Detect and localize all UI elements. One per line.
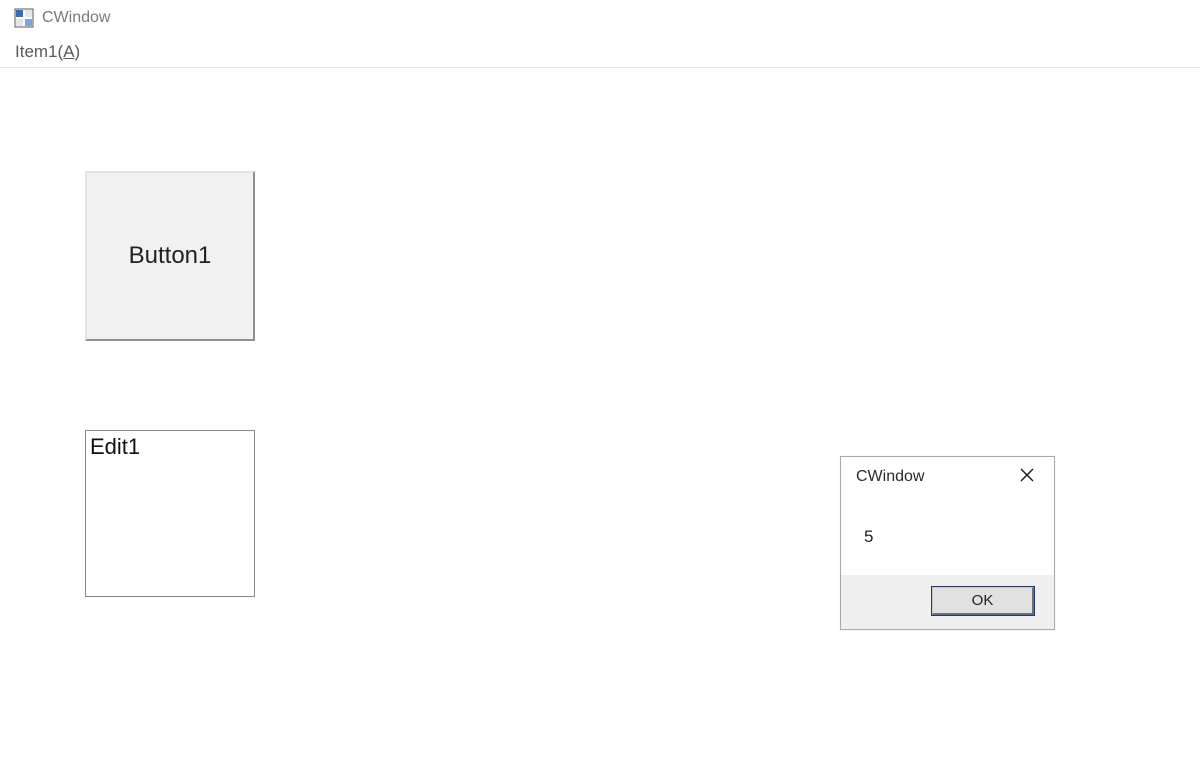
dialog-ok-button[interactable]: OK	[932, 587, 1034, 615]
window-title: CWindow	[42, 9, 110, 27]
dialog-body: 5	[841, 497, 1054, 575]
dialog-title: CWindow	[856, 468, 924, 486]
client-area: Button1 CWindow 5 OK	[0, 68, 1200, 775]
menu-item-item1[interactable]: Item1(A)	[9, 38, 86, 66]
message-dialog: CWindow 5 OK	[840, 456, 1055, 630]
dialog-footer: OK	[841, 575, 1054, 629]
dialog-ok-label: OK	[972, 592, 994, 609]
edit1-input[interactable]	[85, 430, 255, 597]
app-icon	[14, 8, 34, 28]
window-titlebar: CWindow	[0, 0, 1200, 36]
menu-item-label-post: )	[75, 42, 81, 61]
close-icon	[1020, 468, 1034, 487]
button1-label: Button1	[129, 242, 212, 270]
dialog-message: 5	[864, 527, 873, 546]
button1[interactable]: Button1	[85, 171, 255, 341]
menu-item-accel: A	[63, 42, 74, 61]
dialog-close-button[interactable]	[1015, 465, 1039, 489]
menu-item-label-pre: Item1(	[15, 42, 63, 61]
dialog-titlebar: CWindow	[841, 457, 1054, 497]
menubar: Item1(A)	[0, 36, 1200, 68]
